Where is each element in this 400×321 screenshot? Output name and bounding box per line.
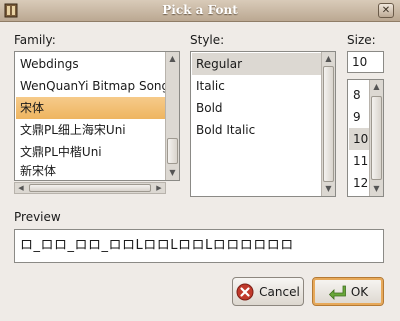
close-icon[interactable]: ✕ xyxy=(378,3,394,18)
cancel-label: Cancel xyxy=(259,284,300,299)
scroll-down-icon[interactable]: ▼ xyxy=(322,182,335,196)
scroll-up-icon[interactable]: ▲ xyxy=(166,52,179,66)
style-vscrollbar[interactable]: ▲ ▼ xyxy=(321,52,335,196)
window-title: Pick a Font xyxy=(162,3,238,17)
scroll-down-icon[interactable]: ▼ xyxy=(166,166,179,180)
size-item[interactable]: 9 xyxy=(349,106,369,128)
style-item[interactable]: Italic xyxy=(192,75,321,97)
scroll-thumb[interactable] xyxy=(167,138,178,164)
scroll-left-icon[interactable]: ◀ xyxy=(15,183,27,193)
family-item[interactable]: 文鼎PL细上海宋Uni xyxy=(16,119,165,141)
size-item[interactable]: 12 xyxy=(349,172,369,194)
preview-entry[interactable]: ロ_ロロ_ロロ_ロロLロロLロロLロロロロロロ xyxy=(14,229,384,263)
scroll-down-icon[interactable]: ▼ xyxy=(370,182,383,196)
family-item[interactable]: 新宋体 xyxy=(16,163,165,180)
scroll-thumb[interactable] xyxy=(29,184,151,192)
style-item[interactable]: Bold xyxy=(192,97,321,119)
window-titlebar[interactable]: Pick a Font ✕ xyxy=(0,0,400,22)
ok-button[interactable]: OK xyxy=(312,277,384,306)
ok-arrow-icon xyxy=(328,285,346,300)
size-label: Size: xyxy=(347,33,376,47)
preview-label: Preview xyxy=(14,210,61,224)
size-vscrollbar[interactable]: ▲ ▼ xyxy=(369,80,383,196)
family-item-selected[interactable]: 宋体 xyxy=(16,97,165,119)
size-item-selected[interactable]: 10 xyxy=(349,128,369,150)
family-vscrollbar[interactable]: ▲ ▼ xyxy=(165,52,179,180)
family-item[interactable]: WenQuanYi Bitmap Song xyxy=(16,75,165,97)
family-hscrollbar[interactable]: ◀ ▶ xyxy=(14,182,166,194)
style-list[interactable]: Regular Italic Bold Bold Italic ▲ ▼ xyxy=(190,51,336,197)
size-item[interactable]: 11 xyxy=(349,150,369,172)
family-item[interactable]: Webdings xyxy=(16,53,165,75)
cancel-button[interactable]: Cancel xyxy=(232,277,304,306)
cancel-icon xyxy=(236,283,254,300)
size-input[interactable]: 10 xyxy=(347,51,384,73)
size-item[interactable]: 8 xyxy=(349,84,369,106)
family-list[interactable]: Webdings WenQuanYi Bitmap Song 宋体 文鼎PL细上… xyxy=(14,51,180,181)
style-label: Style: xyxy=(190,33,225,47)
ok-label: OK xyxy=(350,284,369,299)
scroll-thumb[interactable] xyxy=(323,66,334,182)
scroll-up-icon[interactable]: ▲ xyxy=(322,52,335,66)
scroll-right-icon[interactable]: ▶ xyxy=(153,183,165,193)
scroll-up-icon[interactable]: ▲ xyxy=(370,80,383,94)
style-item-selected[interactable]: Regular xyxy=(192,53,321,75)
scroll-thumb[interactable] xyxy=(371,96,382,180)
style-item[interactable]: Bold Italic xyxy=(192,119,321,141)
family-item[interactable]: 文鼎PL中楷Uni xyxy=(16,141,165,163)
size-list[interactable]: 8 9 10 11 12 ▲ ▼ xyxy=(347,79,384,197)
family-label: Family: xyxy=(14,33,56,47)
